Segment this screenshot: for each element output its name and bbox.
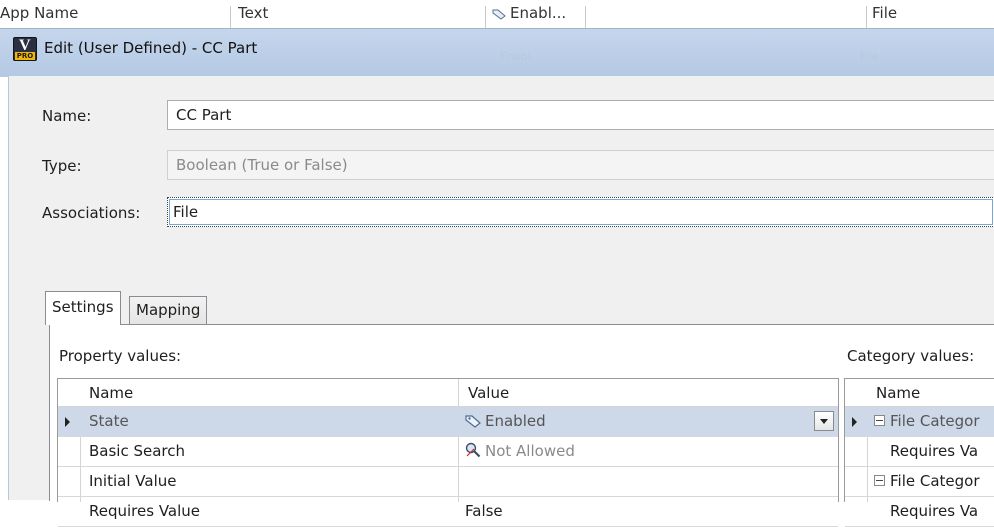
title-bar[interactable]: Enabl... File V PRO Edit (User Defined) … <box>0 28 994 77</box>
property-values-grid: Name Value State Enabled Basic Search No… <box>57 378 839 527</box>
bg-column-file: File <box>872 4 898 22</box>
ghost-file: File <box>860 50 879 63</box>
bg-column-enabled: Enabl... <box>492 4 566 22</box>
category-row-group[interactable]: File Categor <box>845 467 994 497</box>
tab-mapping[interactable]: Mapping <box>129 296 208 325</box>
property-row-basic-search[interactable]: Basic Search Not Allowed <box>58 437 838 467</box>
bg-column-text: Text <box>238 4 269 22</box>
category-group-label: File Categor <box>890 412 980 430</box>
bg-separator <box>585 6 586 28</box>
collapse-icon[interactable] <box>874 415 885 426</box>
collapse-icon[interactable] <box>874 475 885 486</box>
tag-icon <box>492 9 506 20</box>
associations-field[interactable]: File <box>167 197 994 227</box>
settings-tab-panel: Property values: Name Value State Enable… <box>49 324 994 527</box>
ghost-enabled: Enabl... <box>500 50 542 63</box>
bg-separator <box>230 6 231 28</box>
app-icon-badge: PRO <box>15 52 35 60</box>
category-grid-header: Name <box>845 379 994 407</box>
property-name: Basic Search <box>89 442 186 460</box>
property-name: Initial Value <box>89 472 177 490</box>
category-row-item[interactable]: Requires Va <box>845 497 994 527</box>
bg-column-enabled-label: Enabl... <box>510 4 567 22</box>
bg-separator <box>866 6 867 28</box>
edit-dialog: Enabl... File V PRO Edit (User Defined) … <box>0 28 994 527</box>
category-item-label: Requires Va <box>890 502 979 520</box>
dialog-title: Edit (User Defined) - CC Part <box>44 39 258 57</box>
property-grid-header: Name Value <box>58 379 838 407</box>
state-dropdown-button[interactable] <box>814 411 834 431</box>
property-value[interactable]: False <box>465 502 503 520</box>
category-values-heading: Category values: <box>847 347 975 365</box>
name-field[interactable]: CC Part <box>167 100 994 130</box>
app-icon: V PRO <box>13 37 37 61</box>
dialog-content: Name: CC Part Type: Boolean (True or Fal… <box>8 76 994 527</box>
background-grid-header: App Name Text Enabl... File <box>0 0 994 28</box>
column-header-name[interactable]: Name <box>89 384 133 402</box>
category-group-label: File Categor <box>890 472 980 490</box>
property-row-state[interactable]: State Enabled <box>58 407 838 437</box>
property-name: Requires Value <box>89 502 201 520</box>
associations-label: Associations: <box>42 204 141 222</box>
property-value[interactable]: Enabled <box>465 412 546 430</box>
property-row-initial-value[interactable]: Initial Value <box>58 467 838 497</box>
category-row-item[interactable]: Requires Va <box>845 437 994 467</box>
category-group-cell[interactable]: File Categor <box>874 472 980 490</box>
property-value-text: Enabled <box>485 412 546 430</box>
tag-icon <box>465 415 481 428</box>
bg-separator <box>485 6 486 28</box>
type-field[interactable]: Boolean (True or False) <box>167 150 994 180</box>
column-header-name[interactable]: Name <box>876 384 920 402</box>
name-label: Name: <box>42 107 92 125</box>
property-values-heading: Property values: <box>59 347 182 365</box>
column-header-value[interactable]: Value <box>468 384 509 402</box>
bg-column-app-name: App Name <box>0 4 79 22</box>
property-name: State <box>89 412 129 430</box>
property-row-requires-value[interactable]: Requires Value False <box>58 497 838 527</box>
type-label: Type: <box>42 157 82 175</box>
search-disabled-icon <box>465 442 481 458</box>
category-item-label: Requires Va <box>890 442 979 460</box>
tab-settings[interactable]: Settings <box>45 291 121 325</box>
category-group-cell[interactable]: File Categor <box>874 412 980 430</box>
current-row-arrow-icon <box>65 417 70 427</box>
category-values-grid: Name File Categor Requires Va File Categ… <box>844 378 994 527</box>
current-row-arrow-icon <box>852 417 857 427</box>
category-row-group[interactable]: File Categor <box>845 407 994 437</box>
property-value[interactable]: Not Allowed <box>465 442 575 460</box>
property-value-text: Not Allowed <box>485 442 575 460</box>
